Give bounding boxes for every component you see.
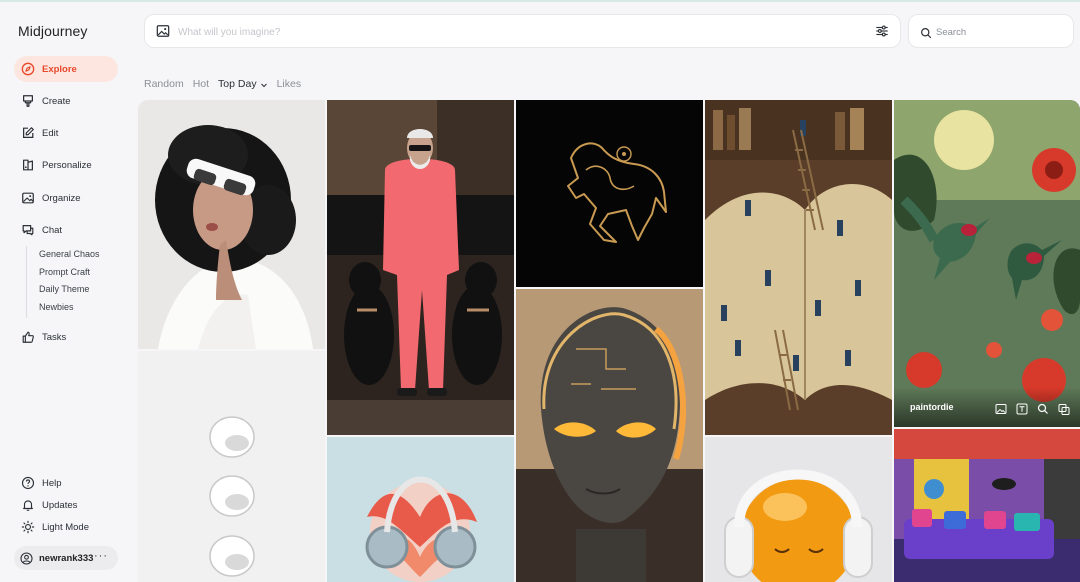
gallery-image-orange-headphones-character[interactable]: [705, 437, 892, 582]
tab-hot[interactable]: Hot: [193, 76, 209, 92]
bell-icon: [21, 498, 35, 512]
gallery-image-floral-headphones[interactable]: [327, 437, 514, 582]
edit-icon: [21, 126, 35, 140]
chat-room-prompt-craft[interactable]: Prompt Craft: [39, 267, 90, 277]
imagine-input[interactable]: [178, 22, 858, 42]
chat-room-daily-theme[interactable]: Daily Theme: [39, 284, 89, 294]
chat-icon: [21, 223, 35, 237]
chat-rooms-divider: [26, 246, 27, 318]
sidebar: Midjourney Explore Create Edit Personali…: [0, 0, 132, 582]
image-gallery: paintordie: [138, 100, 1080, 582]
sidebar-item-tasks[interactable]: Tasks: [14, 324, 118, 350]
gallery-image-colorful-room[interactable]: [894, 429, 1080, 582]
tab-likes[interactable]: Likes: [277, 76, 302, 92]
gallery-image-water-drops[interactable]: [138, 351, 325, 582]
more-icon[interactable]: ···: [94, 550, 108, 562]
gallery-image-hummingbirds[interactable]: paintordie: [894, 100, 1080, 427]
chat-room-newbies[interactable]: Newbies: [39, 302, 74, 312]
text-icon[interactable]: [1016, 403, 1028, 415]
tab-random[interactable]: Random: [144, 76, 184, 92]
settings-sliders-icon[interactable]: [875, 24, 889, 38]
sidebar-item-label: Create: [42, 95, 71, 107]
image-icon: [21, 191, 35, 205]
gallery-image-golden-horse[interactable]: [516, 100, 703, 287]
tab-label: Top Day: [218, 78, 257, 90]
sidebar-item-edit[interactable]: Edit: [14, 120, 118, 146]
help-icon: [21, 476, 35, 490]
sidebar-item-label: Personalize: [42, 159, 92, 171]
sidebar-item-explore[interactable]: Explore: [14, 56, 118, 82]
gallery-image-alien-head[interactable]: [516, 289, 703, 582]
compass-icon: [21, 62, 35, 76]
more-options-icon[interactable]: [1058, 403, 1070, 415]
avatar: [20, 551, 33, 565]
use-image-icon[interactable]: [995, 403, 1007, 415]
sidebar-item-organize[interactable]: Organize: [14, 185, 118, 211]
search-icon: [920, 26, 932, 39]
sun-icon: [21, 520, 35, 534]
gallery-image-woman-white-sunglasses[interactable]: [138, 100, 325, 349]
image-author[interactable]: paintordie: [910, 402, 954, 412]
username: newrank333: [39, 552, 94, 564]
sidebar-item-label: Updates: [42, 499, 78, 511]
feed-tabs: Random Hot Top Day Likes: [144, 76, 310, 92]
sidebar-item-chat[interactable]: Chat: [14, 217, 118, 243]
tab-top-day[interactable]: Top Day: [218, 76, 268, 92]
thumbs-up-icon: [21, 330, 35, 344]
search-box[interactable]: [908, 14, 1074, 48]
sidebar-item-label: Chat: [42, 224, 63, 236]
image-actions: [995, 403, 1070, 415]
sidebar-item-label: Edit: [42, 127, 59, 139]
chat-room-general-chaos[interactable]: General Chaos: [39, 249, 100, 259]
chevron-down-icon: [260, 80, 268, 88]
top-accent-line: [0, 0, 1080, 2]
gallery-image-man-pink-suit[interactable]: [327, 100, 514, 435]
search-input[interactable]: [936, 23, 1066, 41]
user-menu[interactable]: newrank333 ···: [14, 546, 118, 570]
sidebar-item-create[interactable]: Create: [14, 88, 118, 114]
sidebar-item-label: Help: [42, 477, 62, 489]
gallery-image-tiny-people-book[interactable]: [705, 100, 892, 435]
sidebar-item-label: Explore: [42, 63, 77, 75]
sidebar-item-label: Organize: [42, 192, 81, 204]
image-upload-icon[interactable]: [156, 24, 170, 38]
imagine-bar[interactable]: [144, 14, 901, 48]
personalize-icon: [21, 158, 35, 172]
app-logo[interactable]: Midjourney: [18, 23, 87, 39]
brush-icon: [21, 94, 35, 108]
sidebar-item-label: Tasks: [42, 331, 67, 343]
sidebar-item-light-mode[interactable]: Light Mode: [14, 514, 118, 540]
sidebar-item-label: Light Mode: [42, 521, 90, 533]
search-icon[interactable]: [1037, 403, 1049, 415]
sidebar-item-personalize[interactable]: Personalize: [14, 152, 118, 178]
